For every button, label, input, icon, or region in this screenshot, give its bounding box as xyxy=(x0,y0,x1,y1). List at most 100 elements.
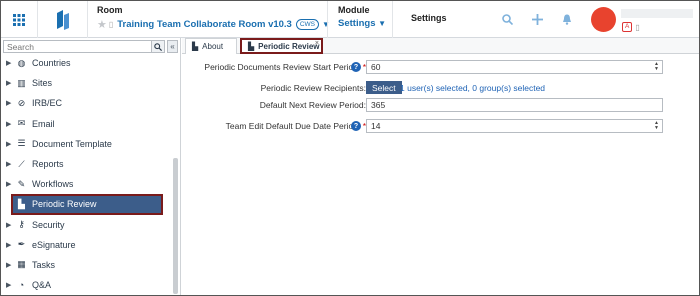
room-type-badge: CWS xyxy=(295,19,320,30)
tab-bar: ▙ About ▙ Periodic Review × xyxy=(182,38,699,54)
sidebar-item-label: Security xyxy=(32,219,65,230)
chevron-right-icon[interactable]: ▶ xyxy=(6,241,15,249)
tab-label: Periodic Review xyxy=(258,41,320,51)
search-icon xyxy=(154,42,162,51)
sidebar-item-irb-ec[interactable]: ▶ ⊘ IRB/EC xyxy=(1,93,173,113)
sidebar-item-label: Countries xyxy=(32,58,71,69)
sidebar-item-periodic-review[interactable]: ▙ Periodic Review xyxy=(11,194,163,215)
app-window: Room ★ ▯ Training Team Collaborate Room … xyxy=(0,0,700,296)
sidebar-item-esignature[interactable]: ▶ ✒ eSignature xyxy=(1,235,173,255)
module-value[interactable]: Settings xyxy=(338,18,375,29)
list-icon: ☰ xyxy=(17,138,26,149)
add-icon[interactable] xyxy=(528,10,546,28)
chevron-right-icon[interactable]: ▶ xyxy=(6,180,15,188)
file-icon: ▙ xyxy=(248,41,255,51)
sidebar-item-email[interactable]: ▶ ✉ Email xyxy=(1,114,173,134)
chevron-right-icon[interactable]: ▶ xyxy=(6,120,15,128)
chevron-right-icon[interactable]: ▶ xyxy=(6,160,15,168)
mobile-icon: ▯ xyxy=(635,22,640,32)
recipients-label: Periodic Review Recipients: xyxy=(260,83,366,93)
chevron-down-icon[interactable]: ▼ xyxy=(378,19,386,28)
start-period-input[interactable]: 60 ▲ ▼ xyxy=(366,60,663,74)
user-status: A ▯ xyxy=(622,22,640,32)
tab-about[interactable]: ▙ About xyxy=(185,38,237,54)
file-icon: ▙ xyxy=(18,198,25,209)
search-input[interactable] xyxy=(4,41,151,52)
sidebar-item-security[interactable]: ▶ ⚷ Security xyxy=(1,215,173,235)
close-icon[interactable]: × xyxy=(315,40,319,47)
sidebar-item-label: Q&A xyxy=(32,280,52,291)
due-period-row: Team Edit Default Due Date Period: * ? 1… xyxy=(182,119,699,133)
sidebar-item-label: Document Template xyxy=(32,138,112,149)
sidebar-item-label: Tasks xyxy=(32,259,56,270)
help-icon[interactable]: ? xyxy=(351,121,361,131)
search-icon[interactable] xyxy=(498,10,516,28)
sidebar-item-reports[interactable]: ▶ ⟋ Reports xyxy=(1,154,173,174)
brand-logo-icon xyxy=(56,9,69,30)
sidebar-item-label: eSignature xyxy=(32,239,76,250)
stepper-arrows-icon[interactable]: ▲ ▼ xyxy=(652,121,661,131)
next-period-input[interactable]: 365 xyxy=(366,98,663,112)
due-period-input[interactable]: 14 ▲ ▼ xyxy=(366,119,663,133)
module-selector[interactable]: Module Settings ▼ xyxy=(327,1,393,38)
calendar-icon: ▦ xyxy=(17,259,26,270)
brand-logo[interactable] xyxy=(38,1,88,38)
start-period-row: Periodic Documents Review Start Period: … xyxy=(182,60,699,74)
chevron-right-icon[interactable]: ▶ xyxy=(6,261,15,269)
chevron-right-icon[interactable]: ▶ xyxy=(6,281,15,289)
sidebar-item-label: Periodic Review xyxy=(32,199,97,210)
stepper-arrows-icon[interactable]: ▲ ▼ xyxy=(652,62,661,72)
due-period-value: 14 xyxy=(371,121,381,131)
chevron-right-icon[interactable]: ▶ xyxy=(6,99,15,107)
sidebar-item-document-template[interactable]: ▶ ☰ Document Template xyxy=(1,134,173,154)
key-icon: ⚷ xyxy=(18,219,25,230)
collapse-sidebar-button[interactable]: « xyxy=(167,40,178,53)
double-chevron-left-icon: « xyxy=(170,42,175,51)
user-role-badge: A xyxy=(622,22,633,32)
user-name-placeholder xyxy=(621,9,693,18)
sidebar-item-label: Email xyxy=(32,118,55,129)
chevron-right-icon[interactable]: ▶ xyxy=(6,79,15,87)
room-name[interactable]: Training Team Collaborate Room v10.3 xyxy=(117,19,292,30)
main-content: ▙ About ▙ Periodic Review × Periodic Doc… xyxy=(182,38,699,295)
select-recipients-button[interactable]: Select xyxy=(366,81,402,94)
sidebar-search xyxy=(3,40,165,53)
due-period-label: Team Edit Default Due Date Period: xyxy=(225,121,361,131)
page-title: Settings xyxy=(411,13,447,23)
mobile-icon: ▯ xyxy=(108,20,114,29)
search-button[interactable] xyxy=(151,41,164,52)
recipients-row: Periodic Review Recipients: Select 1 use… xyxy=(182,81,699,95)
favorite-star-icon[interactable]: ★ xyxy=(97,18,107,31)
file-icon: ▙ xyxy=(192,42,199,51)
next-period-row: Default Next Review Period: 365 xyxy=(182,98,699,112)
next-period-label: Default Next Review Period: xyxy=(259,100,366,110)
pencil-icon: ✎ xyxy=(17,178,26,189)
sidebar-item-sites[interactable]: ▶ ▥ Sites xyxy=(1,73,173,93)
sidebar-menu: ▶ ◍ Countries ▶ ▥ Sites ▶ ⊘ IRB/EC ▶ ✉ Email ▶ ☰ Docum… xyxy=(1,53,173,295)
recipients-summary-link[interactable]: 1 user(s) selected, 0 group(s) selected xyxy=(400,83,545,93)
building-icon: ▥ xyxy=(17,77,26,88)
chevron-right-icon[interactable]: ▶ xyxy=(6,59,15,67)
avatar[interactable] xyxy=(591,7,616,32)
sidebar-item-label: Sites xyxy=(32,78,53,89)
sidebar-item-workflows[interactable]: ▶ ✎ Workflows xyxy=(1,174,173,194)
top-navigation-bar: Room ★ ▯ Training Team Collaborate Room … xyxy=(1,1,699,38)
room-selector[interactable]: Room ★ ▯ Training Team Collaborate Room … xyxy=(97,5,330,31)
apps-grid-button[interactable] xyxy=(1,1,38,38)
chevron-right-icon[interactable]: ▶ xyxy=(6,140,15,148)
start-period-value: 60 xyxy=(371,62,381,72)
bell-icon[interactable] xyxy=(558,10,576,28)
sidebar-item-label: IRB/EC xyxy=(32,98,63,109)
sidebar-scrollbar[interactable] xyxy=(173,158,178,294)
chevron-right-icon[interactable]: ▶ xyxy=(6,221,15,229)
next-period-value: 365 xyxy=(371,100,386,110)
sidebar-item-q-a[interactable]: ▶ ◔ Q&A xyxy=(1,275,173,295)
help-icon[interactable]: ? xyxy=(351,62,361,72)
globe-icon: ◍ xyxy=(17,57,26,68)
sidebar-item-countries[interactable]: ▶ ◍ Countries xyxy=(1,53,173,73)
sidebar-item-label: Reports xyxy=(32,159,64,170)
envelope-icon: ✉ xyxy=(17,118,26,129)
line-chart-icon: ⟋ xyxy=(18,158,25,169)
sidebar-item-tasks[interactable]: ▶ ▦ Tasks xyxy=(1,255,173,275)
tab-periodic-review[interactable]: ▙ Periodic Review × xyxy=(240,38,323,54)
